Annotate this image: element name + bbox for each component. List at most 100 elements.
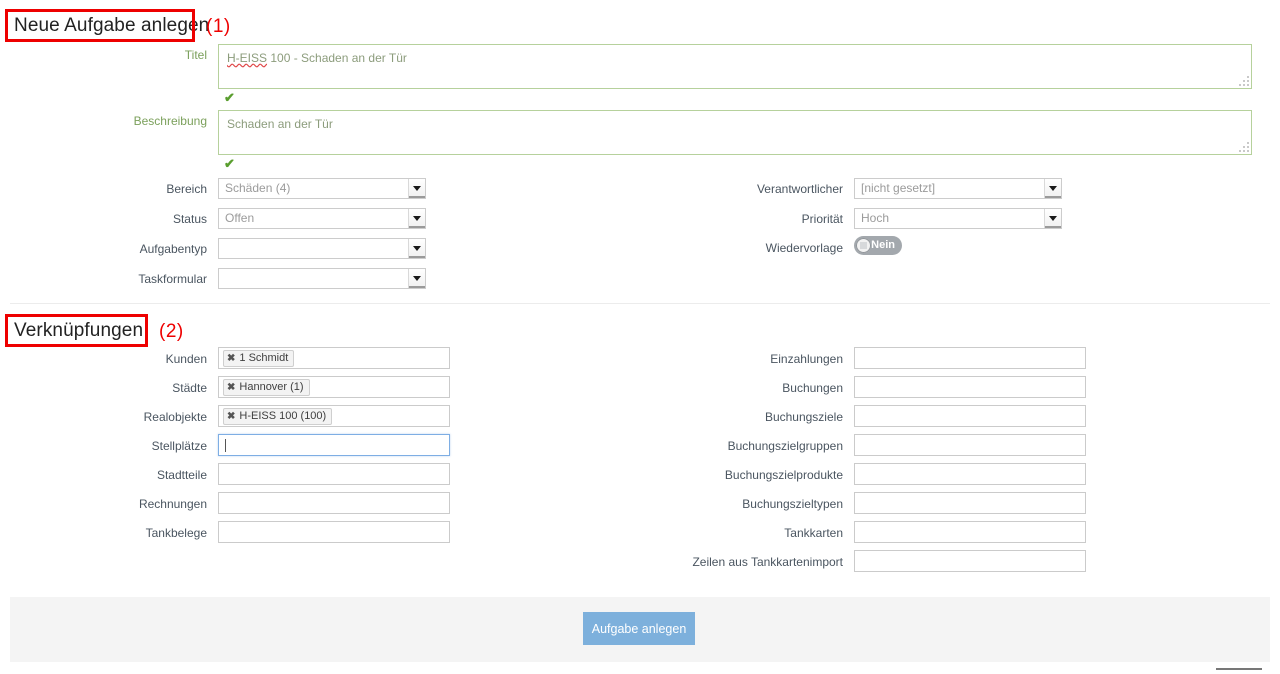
label-links-left-3: Stellplätze xyxy=(151,439,207,453)
label-prioritaet: Priorität xyxy=(801,212,843,226)
field-row-links-right-0: Einzahlungen xyxy=(636,347,1086,369)
verantwortlicher-select[interactable]: [nicht gesetzt] xyxy=(854,178,1062,199)
field-row-status: Status Offen xyxy=(0,208,426,229)
label-aufgabentyp: Aufgabentyp xyxy=(139,242,207,256)
label-links-left-0: Kunden xyxy=(165,352,207,366)
field-row-bereich: Bereich Schäden (4) xyxy=(0,178,426,199)
resize-handle-beschreibung[interactable] xyxy=(1237,140,1250,153)
label-verantwortlicher: Verantwortlicher xyxy=(756,182,843,196)
chip-label: H-EISS 100 (100) xyxy=(239,409,327,422)
toggle-knob-icon xyxy=(856,238,871,253)
field-row-links-right-7: Zeilen aus Tankkartenimport xyxy=(636,550,1086,572)
label-links-right-5: Buchungszieltypen xyxy=(742,497,843,511)
titel-value-rest: 100 - Schaden an der Tür xyxy=(267,51,407,65)
links-right-input-6[interactable] xyxy=(854,521,1086,543)
chip-label: 1 Schmidt xyxy=(239,351,289,364)
field-row-links-right-1: Buchungen xyxy=(636,376,1086,398)
field-row-links-left-2: Realobjekte ✖ H-EISS 100 (100) xyxy=(0,405,450,427)
chevron-down-icon[interactable] xyxy=(1044,209,1061,228)
label-links-right-2: Buchungsziele xyxy=(764,410,843,424)
chevron-down-icon[interactable] xyxy=(1044,179,1061,198)
label-status: Status xyxy=(172,212,207,226)
chip-remove-icon[interactable]: ✖ xyxy=(227,380,235,395)
field-row-taskformular: Taskformular xyxy=(0,268,426,289)
chip[interactable]: ✖ 1 Schmidt xyxy=(223,349,295,367)
aufgabentyp-select[interactable] xyxy=(218,238,426,259)
status-select[interactable]: Offen xyxy=(218,208,426,229)
label-taskformular: Taskformular xyxy=(138,272,207,286)
chip[interactable]: ✖ Hannover (1) xyxy=(223,378,310,396)
label-links-left-2: Realobjekte xyxy=(143,410,207,424)
links-left-input-4[interactable] xyxy=(218,463,450,485)
horizontal-scrollbar[interactable] xyxy=(1216,668,1262,670)
links-right-input-2[interactable] xyxy=(854,405,1086,427)
label-bereich: Bereich xyxy=(166,182,207,196)
label-links-left-1: Städte xyxy=(172,381,207,395)
links-right-input-1[interactable] xyxy=(854,376,1086,398)
label-links-left-4: Stadtteile xyxy=(156,468,207,482)
links-left-input-3[interactable] xyxy=(218,434,450,456)
submit-task-button[interactable]: Aufgabe anlegen xyxy=(583,612,695,645)
label-beschreibung: Beschreibung xyxy=(133,114,207,128)
beschreibung-valid-check: ✔ xyxy=(224,156,235,171)
chip-remove-icon[interactable]: ✖ xyxy=(227,351,235,366)
titel-textarea[interactable]: H-EISS 100 - Schaden an der Tür xyxy=(218,44,1252,89)
links-right-input-5[interactable] xyxy=(854,492,1086,514)
label-titel: Titel xyxy=(184,48,207,62)
chevron-down-icon[interactable] xyxy=(408,239,425,258)
wiedervorlage-toggle[interactable]: Nein xyxy=(854,236,902,255)
field-row-wiedervorlage: Wiedervorlage Nein xyxy=(636,236,902,256)
chip-label: Hannover (1) xyxy=(239,380,304,393)
page-title: Neue Aufgabe anlegen xyxy=(14,15,210,36)
field-row-links-left-5: Rechnungen xyxy=(0,492,450,514)
text-cursor xyxy=(225,438,226,452)
bereich-select[interactable]: Schäden (4) xyxy=(218,178,426,199)
links-left-input-2[interactable]: ✖ H-EISS 100 (100) xyxy=(218,405,450,427)
resize-handle-titel[interactable] xyxy=(1237,74,1250,87)
label-links-right-4: Buchungszielprodukte xyxy=(724,468,843,482)
field-row-links-right-2: Buchungsziele xyxy=(636,405,1086,427)
links-left-input-0[interactable]: ✖ 1 Schmidt xyxy=(218,347,450,369)
form-footer: Aufgabe anlegen xyxy=(10,597,1270,662)
beschreibung-value: Schaden an der Tür xyxy=(227,117,333,131)
annotation-number-2: (2) xyxy=(159,321,184,342)
field-row-links-left-4: Stadtteile xyxy=(0,463,450,485)
links-section-title: Verknüpfungen xyxy=(14,320,144,341)
label-links-right-0: Einzahlungen xyxy=(770,352,843,366)
field-row-links-left-3: Stellplätze xyxy=(0,434,450,456)
field-row-links-right-5: Buchungszieltypen xyxy=(636,492,1086,514)
chevron-down-icon[interactable] xyxy=(408,209,425,228)
field-row-links-right-4: Buchungszielprodukte xyxy=(636,463,1086,485)
links-left-input-5[interactable] xyxy=(218,492,450,514)
links-right-input-0[interactable] xyxy=(854,347,1086,369)
field-row-links-left-6: Tankbelege xyxy=(0,521,450,543)
links-right-input-7[interactable] xyxy=(854,550,1086,572)
label-links-right-3: Buchungszielgruppen xyxy=(727,439,843,453)
chip[interactable]: ✖ H-EISS 100 (100) xyxy=(223,407,333,425)
beschreibung-textarea[interactable]: Schaden an der Tür xyxy=(218,110,1252,155)
wiedervorlage-state: Nein xyxy=(871,239,895,251)
prioritaet-select[interactable]: Hoch xyxy=(854,208,1062,229)
field-row-beschreibung: Beschreibung Schaden an der Tür xyxy=(0,110,1252,155)
field-row-verantwortlicher: Verantwortlicher [nicht gesetzt] xyxy=(636,178,1062,199)
taskformular-select[interactable] xyxy=(218,268,426,289)
annotation-number-1: (1) xyxy=(206,16,231,37)
label-links-left-6: Tankbelege xyxy=(145,526,207,540)
links-right-input-3[interactable] xyxy=(854,434,1086,456)
prioritaet-value: Hoch xyxy=(861,211,890,225)
bereich-value: Schäden (4) xyxy=(225,181,291,195)
label-links-left-5: Rechnungen xyxy=(138,497,207,511)
chip-remove-icon[interactable]: ✖ xyxy=(227,409,235,424)
field-row-prioritaet: Priorität Hoch xyxy=(636,208,1062,229)
links-left-input-6[interactable] xyxy=(218,521,450,543)
chevron-down-icon[interactable] xyxy=(408,179,425,198)
links-right-input-4[interactable] xyxy=(854,463,1086,485)
label-wiedervorlage: Wiedervorlage xyxy=(765,241,843,255)
field-row-titel: Titel H-EISS 100 - Schaden an der Tür xyxy=(0,44,1252,89)
chevron-down-icon[interactable] xyxy=(408,269,425,288)
status-value: Offen xyxy=(225,211,255,225)
links-left-input-1[interactable]: ✖ Hannover (1) xyxy=(218,376,450,398)
label-links-right-6: Tankkarten xyxy=(784,526,843,540)
verantwortlicher-value: [nicht gesetzt] xyxy=(861,181,936,195)
field-row-aufgabentyp: Aufgabentyp xyxy=(0,238,426,259)
